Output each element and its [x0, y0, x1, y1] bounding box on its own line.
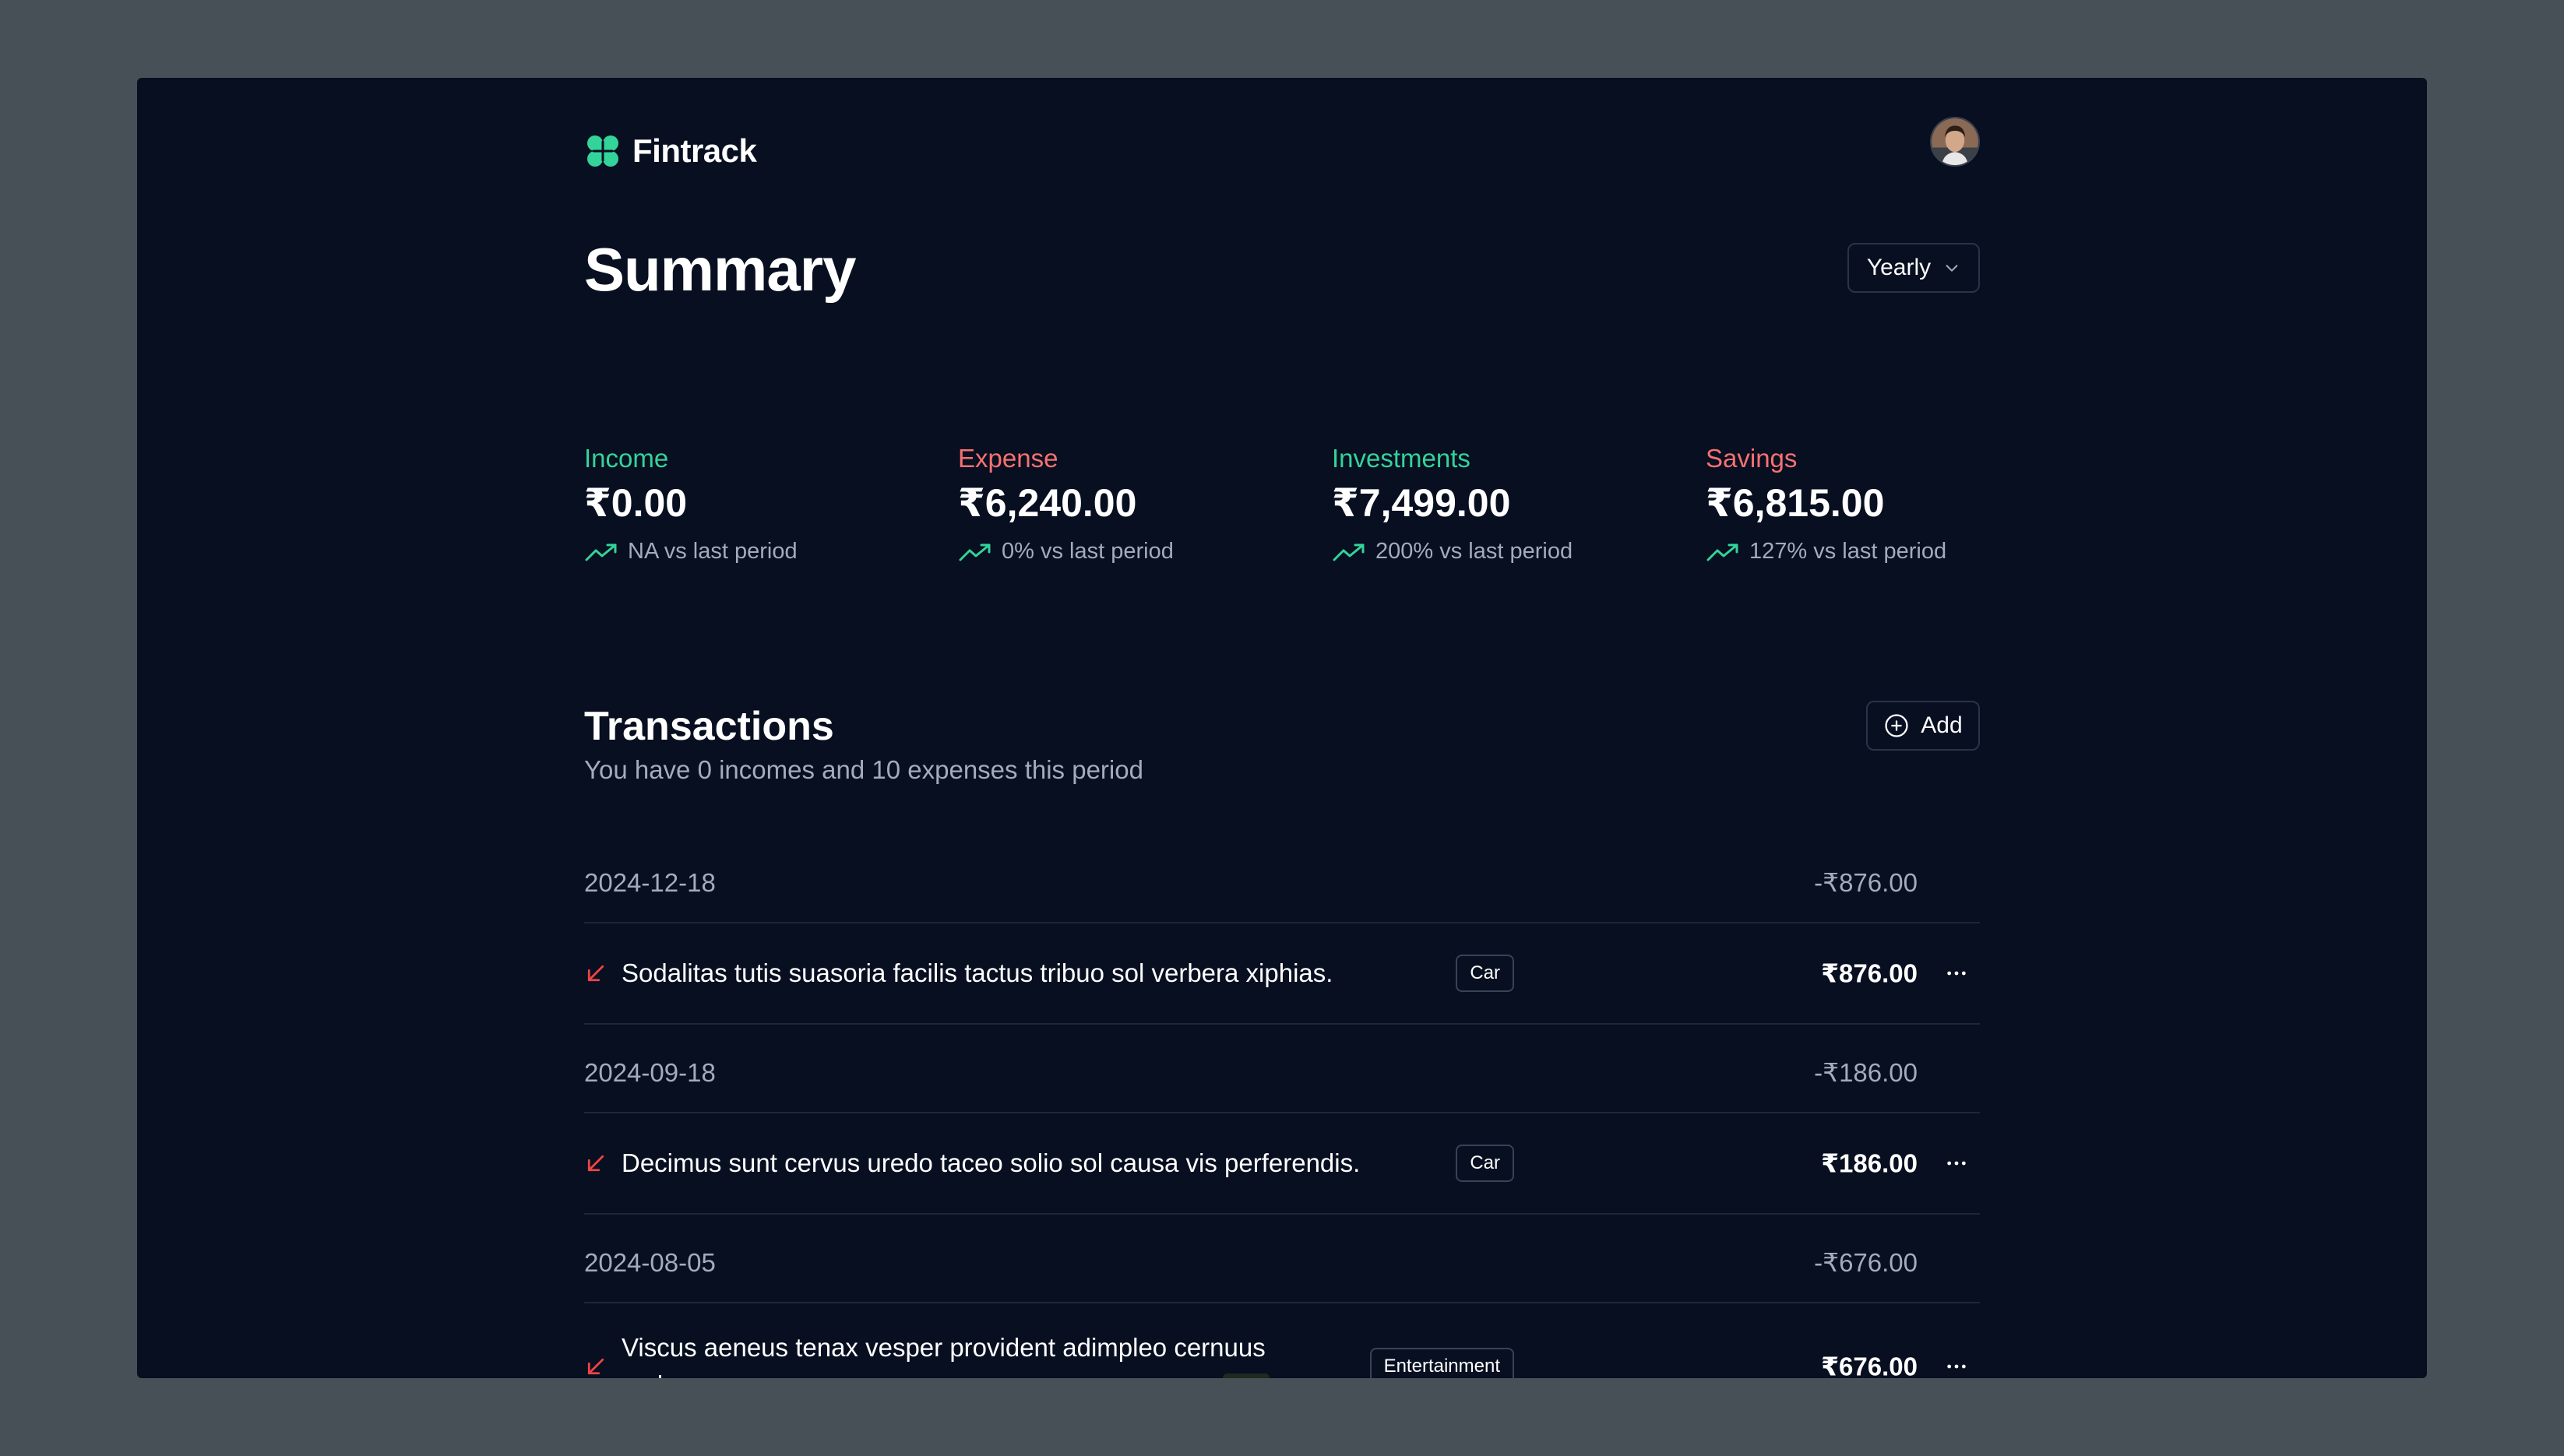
- stat-value: ₹6,240.00: [958, 481, 1137, 525]
- transactions-list: 2024-12-18 -₹876.00 Sodalitas tutis suas…: [584, 835, 1980, 1378]
- stat-label: Investments: [1332, 444, 1470, 473]
- transactions-title: Transactions: [584, 704, 834, 749]
- page-title: Summary: [584, 235, 856, 304]
- group-date: 2024-12-18: [584, 868, 716, 897]
- floating-element-peek: [1223, 1373, 1270, 1378]
- stat-investments: Investments ₹7,499.00 200% vs last perio…: [1332, 439, 1675, 564]
- add-transaction-button[interactable]: Add: [1866, 701, 1980, 751]
- stat-trend-text: NA vs last period: [628, 539, 798, 564]
- stat-expense: Expense ₹6,240.00 0% vs last period: [958, 439, 1301, 564]
- transaction-row[interactable]: Sodalitas tutis suasoria facilis tactus …: [584, 923, 1980, 1025]
- group-total: -₹876.00: [1814, 868, 1918, 897]
- group-date: 2024-09-18: [584, 1058, 716, 1087]
- category-badge: Car: [1456, 1145, 1514, 1182]
- transaction-amount: ₹876.00: [1821, 958, 1918, 988]
- stat-trend: 200% vs last period: [1332, 539, 1675, 564]
- stat-value: ₹0.00: [584, 481, 688, 525]
- brand-name: Fintrack: [632, 132, 757, 169]
- arrow-down-left-icon: [587, 1358, 604, 1375]
- trending-up-icon: [585, 543, 617, 561]
- transaction-row[interactable]: Decimus sunt cervus uredo taceo solio so…: [584, 1113, 1980, 1215]
- more-horizontal-icon[interactable]: [1944, 1354, 1969, 1378]
- stat-trend: 127% vs last period: [1706, 539, 2048, 564]
- stat-trend: NA vs last period: [584, 539, 927, 564]
- group-date: 2024-08-05: [584, 1248, 716, 1277]
- clover-logo-icon: [587, 135, 618, 167]
- period-select-value: Yearly: [1866, 255, 1932, 280]
- more-horizontal-icon[interactable]: [1944, 1151, 1969, 1176]
- app-window: Fintrack Summary Yearly Income ₹0.00 NA …: [137, 78, 2427, 1378]
- trending-up-icon: [959, 543, 991, 561]
- transactions-subtitle: You have 0 incomes and 10 expenses this …: [584, 755, 1143, 784]
- trending-up-icon: [1706, 543, 1738, 561]
- period-select[interactable]: Yearly: [1847, 243, 1980, 293]
- summary-stats: Income ₹0.00 NA vs last period Expense ₹…: [584, 439, 1980, 579]
- category-badge: Entertainment: [1369, 1348, 1514, 1378]
- stat-value: ₹7,499.00: [1332, 481, 1511, 525]
- trending-up-icon: [1333, 543, 1365, 561]
- chevron-down-icon: [1946, 265, 1958, 272]
- date-group-header: 2024-08-05 -₹676.00: [584, 1215, 1980, 1303]
- transaction-description: Viscus aeneus tenax vesper provident adi…: [622, 1333, 1266, 1378]
- stat-trend-text: 0% vs last period: [1002, 539, 1174, 564]
- stat-label: Savings: [1706, 444, 1798, 473]
- stat-trend-text: 200% vs last period: [1375, 539, 1573, 564]
- transaction-description: Sodalitas tutis suasoria facilis tactus …: [622, 958, 1333, 987]
- user-avatar[interactable]: [1930, 117, 1980, 167]
- group-total: -₹676.00: [1814, 1248, 1918, 1277]
- stat-label: Expense: [958, 444, 1058, 473]
- date-group-header: 2024-09-18 -₹186.00: [584, 1025, 1980, 1113]
- plus-circle-icon: [1885, 714, 1908, 737]
- stat-value: ₹6,815.00: [1706, 481, 1885, 525]
- group-total: -₹186.00: [1814, 1058, 1918, 1087]
- stat-trend: 0% vs last period: [958, 539, 1301, 564]
- more-horizontal-icon[interactable]: [1944, 961, 1969, 986]
- transaction-amount: ₹676.00: [1821, 1352, 1918, 1379]
- brand[interactable]: Fintrack: [584, 126, 757, 176]
- stat-income: Income ₹0.00 NA vs last period: [584, 439, 927, 564]
- transaction-description: Decimus sunt cervus uredo taceo solio so…: [622, 1148, 1361, 1177]
- category-badge: Car: [1456, 955, 1514, 992]
- arrow-down-left-icon: [587, 1155, 604, 1172]
- transaction-amount: ₹186.00: [1821, 1148, 1918, 1178]
- stat-trend-text: 127% vs last period: [1749, 539, 1947, 564]
- arrow-down-left-icon: [587, 965, 604, 982]
- main-content: Fintrack Summary Yearly Income ₹0.00 NA …: [584, 78, 1980, 1378]
- transaction-row[interactable]: Viscus aeneus tenax vesper provident adi…: [584, 1303, 1980, 1378]
- stat-savings: Savings ₹6,815.00 127% vs last period: [1706, 439, 2048, 564]
- date-group-header: 2024-12-18 -₹876.00: [584, 835, 1980, 923]
- stat-label: Income: [584, 444, 669, 473]
- add-button-label: Add: [1921, 712, 1963, 738]
